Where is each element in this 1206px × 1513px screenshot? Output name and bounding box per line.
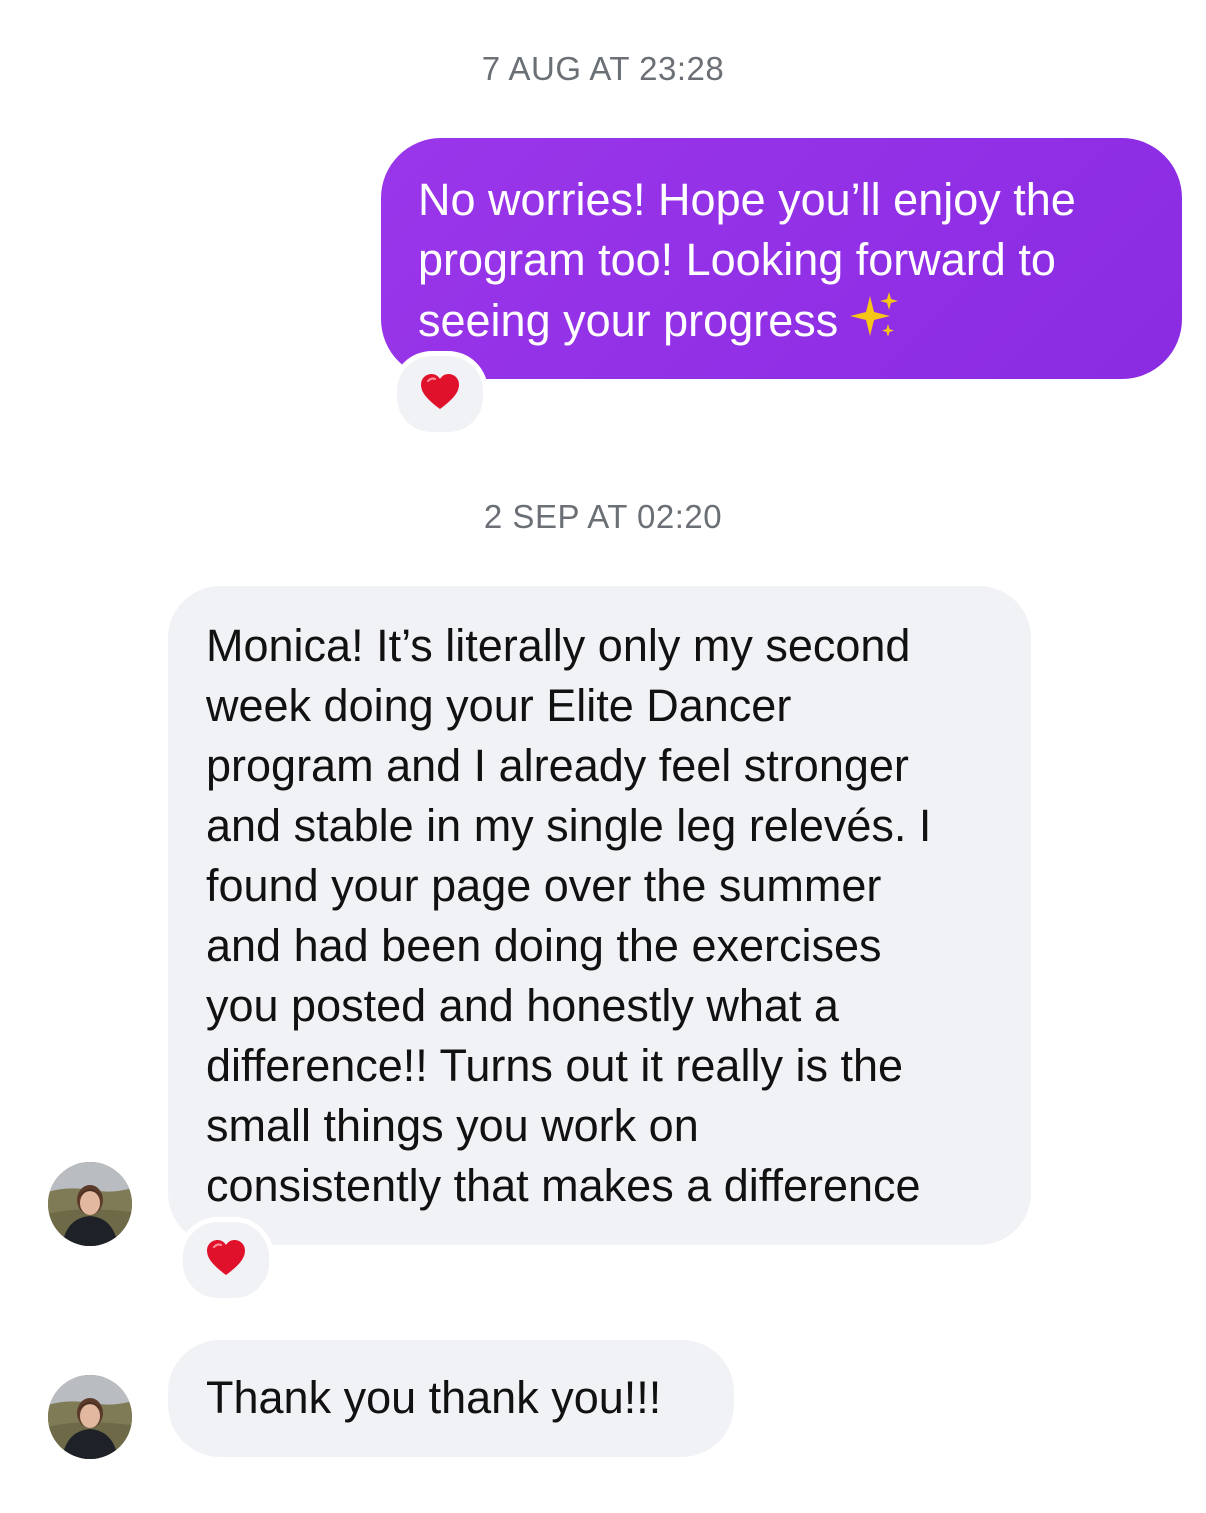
user-avatar[interactable] [48, 1162, 132, 1246]
timestamp-divider: 7 AUG AT 23:28 [481, 50, 725, 87]
user-avatar[interactable] [48, 1375, 132, 1459]
heart-reaction[interactable] [392, 351, 488, 437]
incoming-message-bubble[interactable]: Monica! It’s literally only my second we… [168, 586, 1031, 1245]
heart-icon [206, 1239, 246, 1282]
message-text: Thank you thank you!!! [206, 1372, 662, 1423]
timestamp-divider: 2 SEP AT 02:20 [483, 498, 723, 535]
outgoing-message-bubble[interactable]: No worries! Hope you’ll enjoy the progra… [381, 138, 1182, 379]
heart-reaction[interactable] [178, 1217, 274, 1303]
heart-icon [420, 373, 460, 416]
sparkles-icon [848, 290, 900, 357]
message-text: Monica! It’s literally only my second we… [206, 620, 932, 1211]
incoming-message-bubble[interactable]: Thank you thank you!!! [168, 1340, 734, 1457]
message-text: No worries! Hope you’ll enjoy the progra… [418, 174, 1076, 346]
